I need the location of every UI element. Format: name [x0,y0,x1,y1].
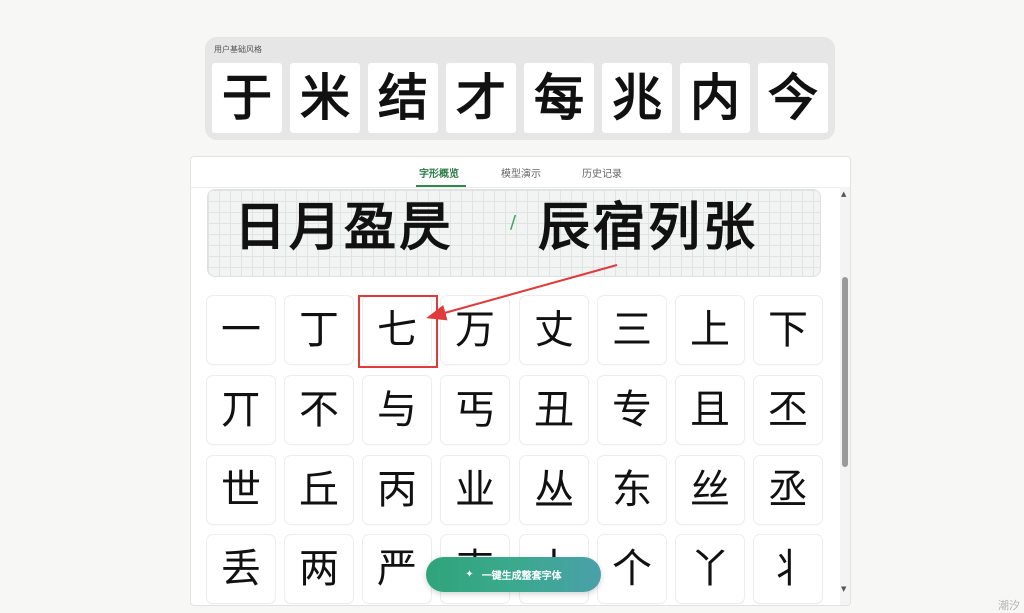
annotation-arrow [426,264,618,321]
